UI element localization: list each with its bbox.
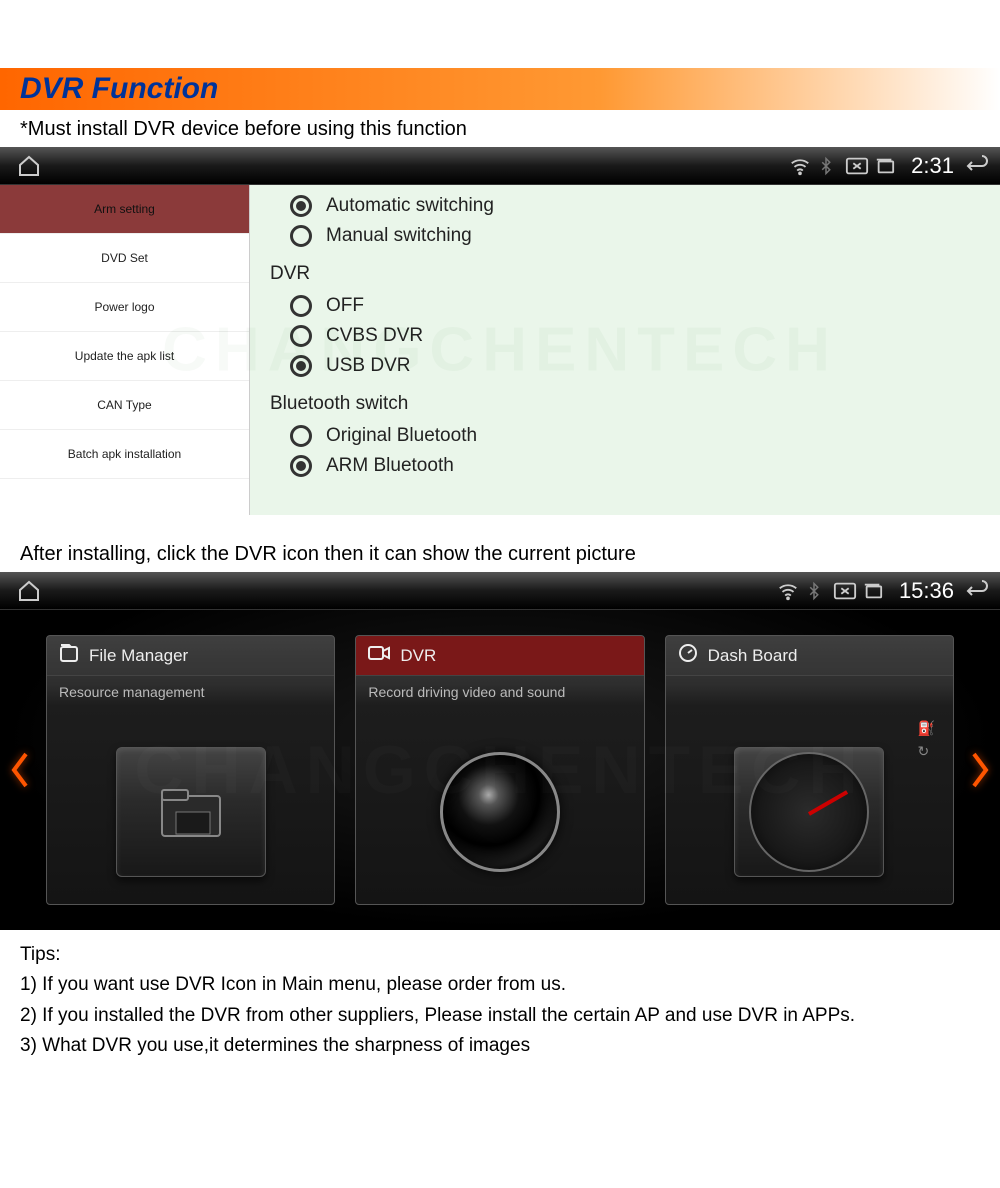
gauge-icon — [749, 752, 869, 872]
radio-option[interactable]: Original Bluetooth — [270, 421, 980, 451]
radio-icon — [290, 325, 312, 347]
folder-icon — [116, 747, 266, 877]
tips-section: Tips: 1) If you want use DVR Icon in Mai… — [0, 930, 1000, 1092]
radio-label: CVBS DVR — [326, 325, 423, 347]
folder-icon — [59, 643, 79, 668]
prev-arrow[interactable] — [0, 743, 38, 797]
sidebar-item[interactable]: CAN Type — [0, 381, 249, 430]
sidebar-item[interactable]: Arm setting — [0, 185, 249, 234]
sidebar-item[interactable]: Update the apk list — [0, 332, 249, 381]
radio-icon — [290, 425, 312, 447]
card-body — [666, 720, 953, 904]
app-card[interactable]: DVR Record driving video and sound — [355, 635, 644, 905]
status-bar-1: 2:31 — [0, 147, 1000, 185]
sidebar-item[interactable]: DVD Set — [0, 234, 249, 283]
bluetooth-icon[interactable] — [805, 580, 833, 602]
radio-label: ARM Bluetooth — [326, 455, 454, 477]
radio-label: USB DVR — [326, 355, 410, 377]
bt-heading: Bluetooth switch — [270, 393, 980, 415]
recent-apps-icon[interactable] — [861, 581, 889, 601]
wifi-icon[interactable] — [777, 580, 805, 602]
radio-icon — [290, 195, 312, 217]
radio-option[interactable]: USB DVR — [270, 351, 980, 381]
app-card[interactable]: File Manager Resource management — [46, 635, 335, 905]
sidebar-item[interactable]: Power logo — [0, 283, 249, 332]
install-note: *Must install DVR device before using th… — [0, 110, 1000, 147]
top-blank — [0, 0, 1000, 68]
settings-screenshot: 2:31 Arm settingDVD SetPower logoUpdate … — [0, 147, 1000, 515]
card-header: File Manager — [47, 636, 334, 676]
radio-label: Original Bluetooth — [326, 425, 477, 447]
radio-icon — [290, 225, 312, 247]
radio-option[interactable]: OFF — [270, 291, 980, 321]
screen-off-icon[interactable] — [845, 156, 873, 176]
radio-label: Automatic switching — [326, 195, 494, 217]
section-title: DVR Function — [20, 72, 980, 106]
dash-indicators: ⛽↻ — [918, 720, 935, 760]
bluetooth-icon[interactable] — [817, 155, 845, 177]
card-title: Dash Board — [708, 646, 798, 666]
radio-icon — [290, 295, 312, 317]
card-title: File Manager — [89, 646, 188, 666]
clock: 15:36 — [899, 578, 954, 604]
after-install-note: After installing, click the DVR icon the… — [0, 515, 1000, 572]
home-icon[interactable] — [8, 154, 50, 178]
radio-label: OFF — [326, 295, 364, 317]
card-body — [356, 720, 643, 904]
card-title: DVR — [400, 646, 436, 666]
settings-sidebar: Arm settingDVD SetPower logoUpdate the a… — [0, 185, 250, 515]
back-icon[interactable] — [964, 155, 992, 177]
card-subtitle: Record driving video and sound — [356, 676, 643, 720]
next-arrow[interactable] — [962, 743, 1000, 797]
camera-lens-icon — [440, 752, 560, 872]
home-screenshot: 15:36 File Manager Resource management DVR… — [0, 572, 1000, 930]
tip-item: 3) What DVR you use,it determines the sh… — [20, 1031, 980, 1061]
radio-icon — [290, 455, 312, 477]
tip-item: 1) If you want use DVR Icon in Main menu… — [20, 970, 980, 1000]
status-bar-2: 15:36 — [0, 572, 1000, 610]
back-icon[interactable] — [964, 580, 992, 602]
radio-label: Manual switching — [326, 225, 472, 247]
radio-icon — [290, 355, 312, 377]
wifi-icon[interactable] — [789, 155, 817, 177]
tip-item: 2) If you installed the DVR from other s… — [20, 1001, 980, 1031]
clock: 2:31 — [911, 153, 954, 179]
home-icon[interactable] — [8, 579, 50, 603]
recent-apps-icon[interactable] — [873, 156, 901, 176]
card-header: DVR — [356, 636, 643, 676]
gauge-icon — [678, 643, 698, 668]
settings-content: Automatic switchingManual switching DVR … — [250, 185, 1000, 515]
sidebar-item[interactable]: Batch apk installation — [0, 430, 249, 479]
card-subtitle — [666, 676, 953, 720]
radio-option[interactable]: Manual switching — [270, 221, 980, 251]
radio-option[interactable]: ARM Bluetooth — [270, 451, 980, 481]
radio-option[interactable]: Automatic switching — [270, 191, 980, 221]
tips-heading: Tips: — [20, 940, 980, 970]
card-body — [47, 720, 334, 904]
card-header: Dash Board — [666, 636, 953, 676]
radio-option[interactable]: CVBS DVR — [270, 321, 980, 351]
section-title-bar: DVR Function — [0, 68, 1000, 110]
app-card[interactable]: ⛽↻ Dash Board — [665, 635, 954, 905]
dvr-heading: DVR — [270, 263, 980, 285]
card-subtitle: Resource management — [47, 676, 334, 720]
lens-icon — [368, 644, 390, 667]
screen-off-icon[interactable] — [833, 581, 861, 601]
